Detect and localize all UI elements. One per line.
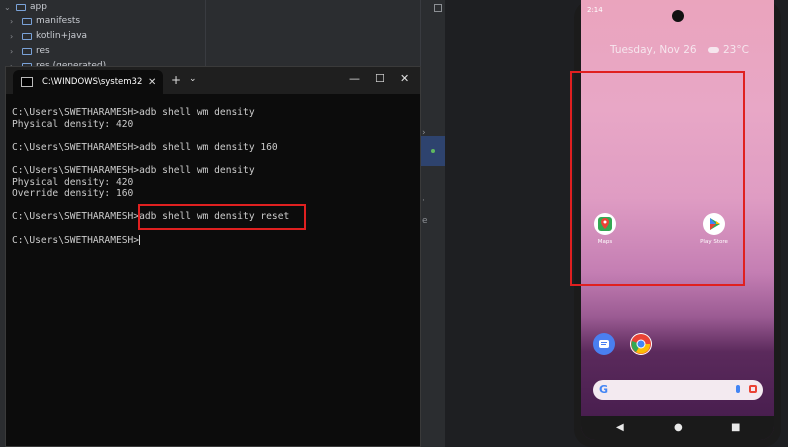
close-tab-icon[interactable]: ✕ <box>148 77 156 88</box>
cmd-icon <box>21 77 33 87</box>
terminal-line: Override density: 160 <box>12 188 134 200</box>
chrome-icon[interactable] <box>630 333 652 355</box>
chevron-down-icon: ⌄ <box>4 2 11 12</box>
maximize-button[interactable]: ☐ <box>375 72 385 85</box>
chevron-right-icon: › <box>10 46 14 56</box>
new-tab-button[interactable]: + <box>171 73 181 87</box>
navigation-bar: ◀ ● ■ <box>581 416 774 440</box>
cloud-icon <box>708 47 719 53</box>
date-widget[interactable]: Tuesday, Nov 26 <box>610 44 697 56</box>
tree-item-app[interactable]: ⌄ app <box>4 0 47 14</box>
mic-icon[interactable] <box>736 385 740 393</box>
messages-icon[interactable] <box>593 333 615 355</box>
project-tree: ⌄ app › manifests › kotlin+java › res › … <box>0 0 206 71</box>
close-window-button[interactable]: ✕ <box>400 72 409 85</box>
weather-temperature[interactable]: 23°C <box>723 44 749 56</box>
highlight-box <box>138 204 306 230</box>
terminal-tab[interactable]: C:\WINDOWS\system32\cmd. ✕ <box>13 70 163 94</box>
terminal-line: Physical density: 420 <box>12 176 134 188</box>
terminal-prompt-line[interactable]: C:\Users\SWETHARAMESH> <box>12 234 289 247</box>
chevron-down-icon[interactable]: ⌄ <box>189 74 197 84</box>
folder-icon <box>16 3 26 11</box>
terminal-line: C:\Users\SWETHARAMESH>adb shell wm densi… <box>12 141 278 153</box>
camera-icon <box>672 10 684 22</box>
back-button[interactable]: ◀ <box>616 422 624 433</box>
folder-icon <box>22 32 32 40</box>
status-dot-icon <box>431 149 435 153</box>
search-bar[interactable]: G <box>593 380 763 400</box>
terminal-prompt: C:\Users\SWETHARAMESH> <box>12 234 140 246</box>
google-logo: G <box>599 383 609 396</box>
highlight-box <box>570 71 745 286</box>
tab-title: C:\WINDOWS\system32\cmd. <box>42 77 142 87</box>
minimize-button[interactable]: — <box>349 72 360 85</box>
window-icon[interactable] <box>434 4 442 12</box>
home-button[interactable]: ● <box>674 422 683 433</box>
terminal-line: C:\Users\SWETHARAMESH>adb shell wm densi… <box>12 107 255 118</box>
folder-icon <box>22 47 32 55</box>
tree-item-label: kotlin+java <box>36 31 88 41</box>
tree-item-label: app <box>30 2 47 12</box>
text-cursor <box>139 234 141 245</box>
terminal-titlebar[interactable]: C:\WINDOWS\system32\cmd. ✕ + ⌄ — ☐ ✕ <box>6 67 420 94</box>
chevron-right-icon: › <box>10 16 14 26</box>
tool-icon[interactable]: · <box>422 196 425 206</box>
tree-item-kotlin-java[interactable]: › kotlin+java <box>10 29 87 43</box>
lens-icon[interactable] <box>749 385 757 393</box>
status-time: 2:14 <box>587 6 603 14</box>
tree-item-res[interactable]: › res <box>10 44 50 58</box>
tree-item-label: res <box>36 46 50 56</box>
tree-item-label: manifests <box>36 16 81 26</box>
tool-icon[interactable]: e <box>422 216 428 226</box>
terminal-line: C:\Users\SWETHARAMESH>adb shell wm densi… <box>12 164 255 176</box>
recents-button[interactable]: ■ <box>731 422 740 433</box>
chevron-right-icon: › <box>10 31 14 41</box>
tree-item-manifests[interactable]: › manifests <box>10 14 80 28</box>
folder-icon <box>22 17 32 25</box>
terminal-window[interactable]: C:\WINDOWS\system32\cmd. ✕ + ⌄ — ☐ ✕ C:\… <box>5 66 421 447</box>
tool-icon[interactable]: › <box>422 128 426 138</box>
terminal-line: Physical density: 420 <box>12 118 134 130</box>
